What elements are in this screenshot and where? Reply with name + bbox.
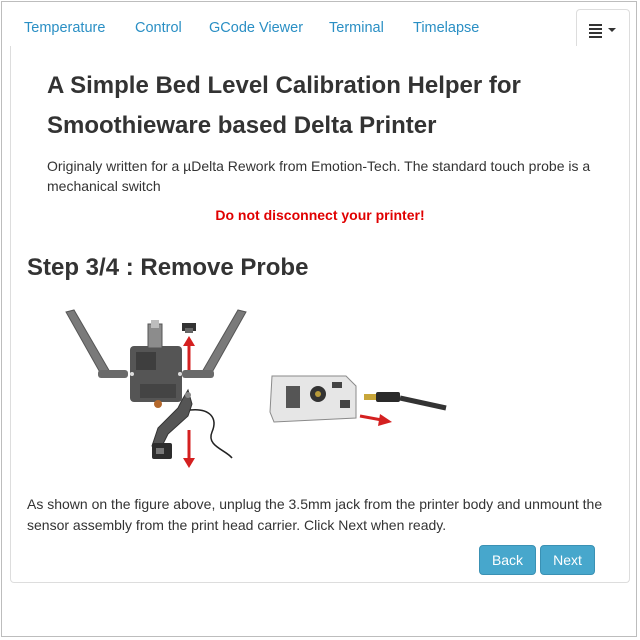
tab-overflow-menu[interactable] (576, 9, 630, 47)
step-title: Step 3/4 : Remove Probe (27, 254, 309, 281)
tab-gcode-viewer[interactable]: GCode Viewer (209, 8, 303, 47)
jack-socket-drawing (269, 375, 357, 423)
arrow-up-icon (183, 336, 195, 370)
list-icon (589, 24, 602, 40)
warning-text: Do not disconnect your printer! (215, 207, 425, 223)
audio-jack-plug-drawing (364, 392, 447, 411)
delta-effector-drawing (65, 309, 247, 408)
remove-probe-illustration (65, 309, 447, 468)
arrow-right-icon (359, 414, 392, 426)
tab-terminal[interactable]: Terminal (329, 8, 384, 47)
next-button[interactable]: Next (540, 545, 595, 575)
step-description: As shown on the figure above, unplug the… (27, 496, 603, 533)
tab-control[interactable]: Control (135, 8, 182, 47)
tab-temperature[interactable]: Temperature (24, 8, 105, 47)
arrow-down-icon (183, 430, 195, 468)
back-button[interactable]: Back (479, 545, 536, 575)
tab-bar: Temperature Control GCode Viewer Termina… (10, 8, 630, 47)
tab-timelapse[interactable]: Timelapse (413, 8, 479, 47)
page-title: A Simple Bed Level Calibration Helper fo… (47, 72, 521, 139)
caret-down-icon (608, 28, 616, 32)
intro-text: Originaly written for a µDelta Rework fr… (47, 158, 591, 194)
